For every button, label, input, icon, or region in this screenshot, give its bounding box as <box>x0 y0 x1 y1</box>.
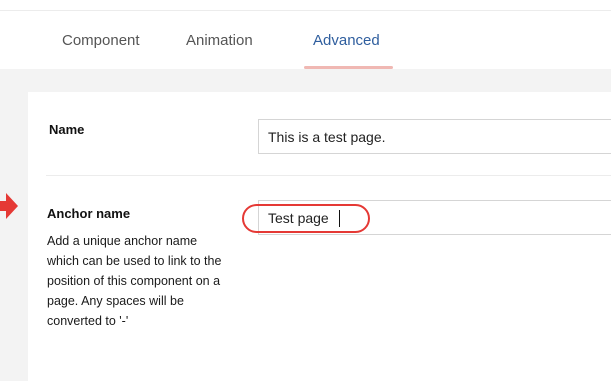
anchor-name-label: Anchor name <box>47 206 131 221</box>
component-settings-page: Component Animation Advanced Name Anchor… <box>0 0 611 381</box>
top-strip <box>0 0 611 11</box>
name-input[interactable] <box>258 119 611 154</box>
tab-advanced[interactable]: Advanced <box>313 32 380 49</box>
tab-bar: Component Animation Advanced <box>0 11 611 69</box>
arrow-right-icon <box>0 193 18 219</box>
field-divider <box>46 175 611 176</box>
anchor-help-text: Add a unique anchor name which can be us… <box>47 234 222 328</box>
tab-component[interactable]: Component <box>62 32 140 49</box>
text-cursor <box>339 210 340 227</box>
name-label: Name <box>49 122 85 137</box>
tab-animation[interactable]: Animation <box>186 32 253 49</box>
anchor-name-input[interactable] <box>258 200 611 235</box>
